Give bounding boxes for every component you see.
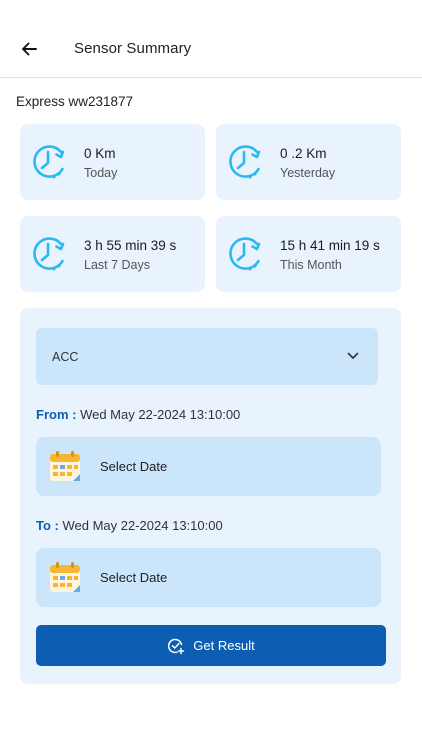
arrow-left-icon (22, 42, 37, 56)
page-title: Sensor Summary (74, 40, 192, 57)
from-label: From : (36, 407, 77, 422)
clock-icon (33, 145, 65, 179)
select-from-date-button[interactable]: Select Date (36, 437, 381, 496)
summary-card-yesterday: 0 .2 Km Yesterday (216, 124, 401, 200)
app-header: Sensor Summary (0, 0, 422, 78)
to-label: To : (36, 518, 59, 533)
card-value: 0 Km (84, 146, 116, 161)
card-label: Last 7 Days (84, 258, 151, 272)
card-value: 15 h 41 min 19 s (280, 238, 380, 253)
from-date-value: Wed May 22-2024 13:10:00 (80, 407, 241, 422)
card-value: 0 .2 Km (280, 146, 327, 161)
sensor-select-value: ACC (52, 350, 79, 364)
calendar-icon (50, 451, 80, 481)
card-label: Today (84, 166, 118, 180)
get-result-label: Get Result (193, 638, 255, 653)
check-add-icon (168, 638, 185, 654)
card-label: This Month (280, 258, 342, 272)
summary-card-today: 0 Km Today (20, 124, 205, 200)
clock-icon (229, 237, 261, 271)
select-to-date-button[interactable]: Select Date (36, 548, 381, 607)
calendar-icon (50, 562, 80, 592)
get-result-button[interactable]: Get Result (36, 625, 386, 666)
card-value: 3 h 55 min 39 s (84, 238, 177, 253)
select-date-label: Select Date (100, 570, 168, 585)
to-date-line: To : Wed May 22-2024 13:10:00 (36, 518, 223, 533)
sensor-select[interactable]: ACC (36, 328, 378, 385)
vehicle-name: Express ww231877 (16, 94, 134, 109)
chevron-down-icon (347, 352, 359, 359)
back-button[interactable] (18, 38, 40, 60)
sensor-query-form: ACC From : Wed May 22-2024 13:10:00 Sele… (20, 308, 401, 684)
select-date-label: Select Date (100, 459, 168, 474)
summary-card-last-7-days: 3 h 55 min 39 s Last 7 Days (20, 216, 205, 292)
summary-card-this-month: 15 h 41 min 19 s This Month (216, 216, 401, 292)
card-label: Yesterday (280, 166, 336, 180)
clock-icon (33, 237, 65, 271)
from-date-line: From : Wed May 22-2024 13:10:00 (36, 407, 240, 422)
clock-icon (229, 145, 261, 179)
to-date-value: Wed May 22-2024 13:10:00 (62, 518, 223, 533)
